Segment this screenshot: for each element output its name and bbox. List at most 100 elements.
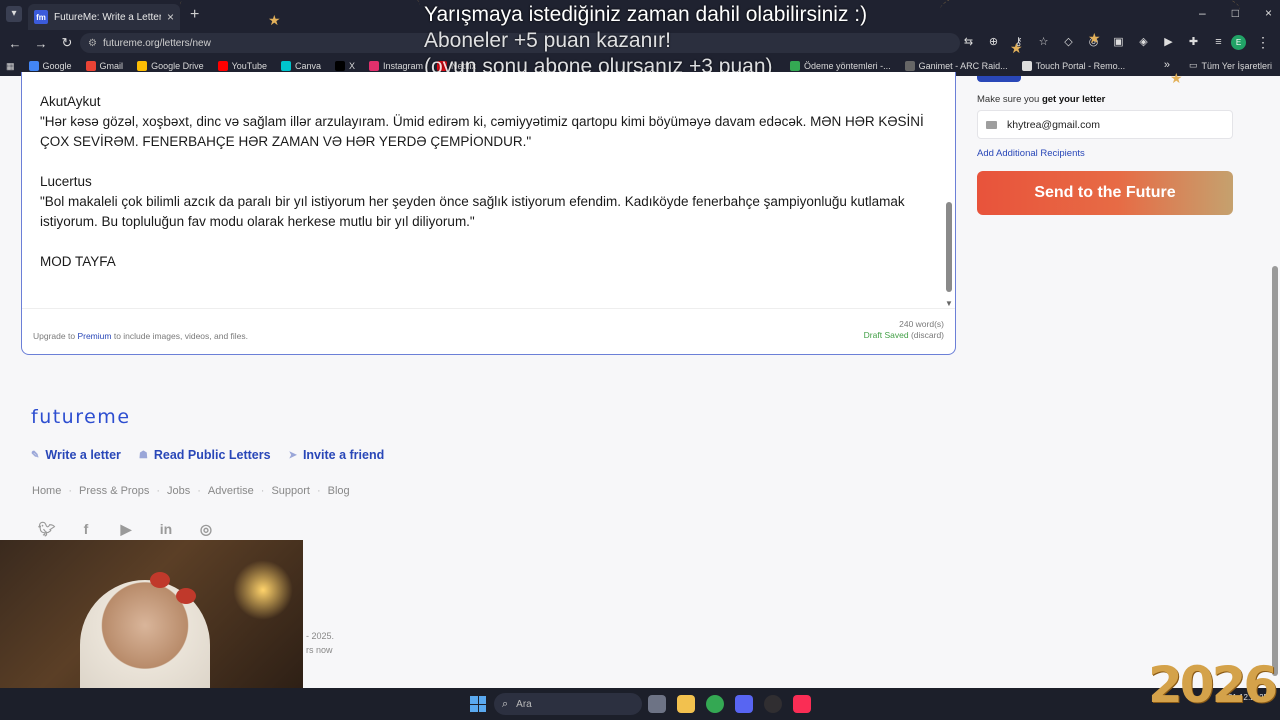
invite-friend-link[interactable]: ➤ Invite a friend (289, 448, 385, 462)
reload-icon[interactable]: ↻ (56, 35, 78, 51)
linkedin-icon[interactable]: in (158, 521, 174, 537)
youtube-icon (217, 61, 228, 71)
tab-futureme[interactable]: fm FutureMe: Write a Letter to the... × (28, 4, 180, 30)
windows-taskbar: ⌕ Ara 31.12.2025 (0, 688, 1280, 720)
twitter-icon[interactable]: 🐦︎ (38, 521, 56, 537)
separator: · (156, 485, 160, 497)
star-decoration-icon: ★ (1010, 40, 1023, 56)
instagram-icon (369, 61, 379, 71)
premium-link[interactable]: Premium (77, 331, 111, 341)
word-count: 240 word(s) Draft Saved (discard) (863, 319, 944, 340)
panel-tab-edge (977, 76, 1021, 82)
file-explorer-icon[interactable] (677, 695, 695, 713)
letter-closing: MOD TAYFA (40, 254, 116, 269)
star-decoration-icon: ★ (1088, 30, 1101, 46)
editor-scroll-thumb[interactable] (946, 202, 952, 292)
taskbar-search[interactable]: ⌕ Ara (494, 693, 642, 715)
footer-links: ✎ Write a letter ☗ Read Public Letters ➤ In… (31, 448, 384, 462)
bookmark-item[interactable]: Canva (280, 61, 321, 71)
letter-entry: Lucertus "Bol makaleli çok bilimli azcık… (40, 172, 935, 232)
gmail-icon (85, 61, 96, 71)
futureme-favicon-icon: fm (34, 10, 48, 24)
bookmark-item[interactable]: Ganimet - ARC Raid... (904, 61, 1008, 71)
touch-portal-icon (1021, 61, 1032, 71)
email-field[interactable]: khytrea@gmail.com (977, 110, 1233, 139)
stream-overlay-text: Yarışmaya istediğiniz zaman dahil olabil… (424, 2, 867, 80)
instagram-icon[interactable]: ◎ (198, 521, 214, 537)
close-tab-icon[interactable]: × (167, 10, 174, 24)
youtube-icon[interactable]: ▶ (118, 521, 134, 537)
editor-scrollbar[interactable]: ▼ (945, 82, 953, 308)
tab-title: FutureMe: Write a Letter to the... (54, 11, 161, 23)
christmas-lights (233, 560, 293, 620)
send-icon: ➤ (288, 449, 297, 461)
letter-body[interactable]: AkutAykut "Hər kəsə gözəl, xoşbəxt, dinc… (40, 92, 935, 292)
reading-list-icon[interactable]: ≡ (1212, 36, 1225, 49)
bookmark-item[interactable]: YouTube (217, 61, 267, 71)
chrome-icon[interactable] (706, 695, 724, 713)
puzzle-icon[interactable]: ✚ (1187, 36, 1200, 49)
star-decoration-icon: ★ (1170, 70, 1183, 86)
overlay-line-1: Yarışmaya istediğiniz zaman dahil olabil… (424, 3, 868, 26)
separator: · (316, 485, 321, 497)
profile-avatar[interactable]: E (1231, 35, 1246, 50)
search-placeholder: Ara (516, 698, 532, 710)
bookmark-item[interactable]: Google (28, 61, 72, 71)
discord-icon[interactable] (735, 695, 753, 713)
music-icon[interactable] (793, 695, 811, 713)
footer-nav-blog[interactable]: Blog (328, 485, 350, 497)
mail-icon (986, 120, 997, 129)
separator: · (260, 485, 265, 497)
translate-icon[interactable]: ⇆ (962, 36, 975, 49)
entry-text: "Bol makaleli çok bilimli azcık da paral… (40, 194, 905, 229)
add-recipients-link[interactable]: Add Additional Recipients (977, 148, 1085, 159)
bookmark-item[interactable]: X (334, 61, 355, 71)
editor-footer: Upgrade to Premium to include images, vi… (22, 308, 955, 354)
send-to-future-button[interactable]: Send to the Future (977, 171, 1233, 215)
tab-list-icon[interactable]: ▾ (6, 6, 22, 22)
bookmark-item[interactable]: Google Drive (137, 61, 204, 71)
menu-icon[interactable]: ⋮ (1256, 34, 1270, 51)
letter-editor[interactable]: AkutAykut "Hər kəsə gözəl, xoşbəxt, dinc… (21, 72, 956, 355)
footer-nav-press[interactable]: Press & Props (79, 485, 149, 497)
santa-hat-icon (176, 588, 196, 604)
letter-entry: AkutAykut "Hər kəsə gözəl, xoşbəxt, dinc… (40, 92, 935, 152)
all-bookmarks[interactable]: ▭ Tüm Yer İşaretleri (1189, 60, 1272, 71)
bookmark-item[interactable]: Instagram (369, 61, 423, 71)
footer-nav: Home · Press & Props · Jobs · Advertise · Su… (32, 485, 350, 497)
footer-nav-home[interactable]: Home (32, 485, 61, 497)
entry-author: Lucertus (40, 174, 92, 189)
copyright: - 2025. rs now (306, 631, 335, 655)
year-2026-decoration: 2026 (1148, 656, 1278, 714)
apps-grid-icon[interactable]: ▦ (6, 61, 15, 72)
task-view-icon[interactable] (648, 695, 666, 713)
bookmark-item[interactable]: Gmail (85, 61, 123, 71)
site-info-icon[interactable]: ⚙ (88, 38, 97, 49)
back-icon[interactable]: ← (4, 36, 26, 51)
social-links: 🐦︎ f ▶ in ◎ (38, 521, 214, 537)
forward-icon[interactable]: → (30, 36, 52, 51)
footer-nav-advertise[interactable]: Advertise (208, 485, 254, 497)
read-public-letters-link[interactable]: ☗ Read Public Letters (139, 448, 271, 462)
obs-icon[interactable] (764, 695, 782, 713)
star-decoration-icon: ★ (268, 12, 281, 28)
play-icon[interactable]: ▶ (1162, 36, 1175, 49)
bookmark-item[interactable]: Touch Portal - Remo... (1021, 61, 1125, 71)
facebook-icon[interactable]: f (78, 521, 94, 537)
footer-nav-support[interactable]: Support (271, 485, 310, 497)
webcam-overlay (0, 540, 303, 710)
draft-status: Draft Saved (863, 330, 909, 340)
discard-link[interactable]: (discard) (911, 330, 944, 340)
people-icon: ☗ (138, 449, 148, 461)
separator: · (197, 485, 201, 497)
close-window-icon[interactable]: × (1265, 6, 1272, 20)
futureme-logo[interactable]: futureme (31, 406, 131, 428)
write-letter-link[interactable]: ✎ Write a letter (31, 448, 121, 462)
windows-start-icon[interactable] (470, 696, 486, 712)
scroll-down-icon[interactable]: ▼ (945, 299, 953, 308)
email-value: khytrea@gmail.com (1007, 118, 1100, 131)
footer-nav-jobs[interactable]: Jobs (167, 485, 190, 497)
overlay-line-2: Aboneler +5 puan kazanır! (424, 29, 671, 52)
ganimet-icon (904, 61, 915, 71)
zoom-icon[interactable]: ⊕ (987, 36, 1000, 49)
